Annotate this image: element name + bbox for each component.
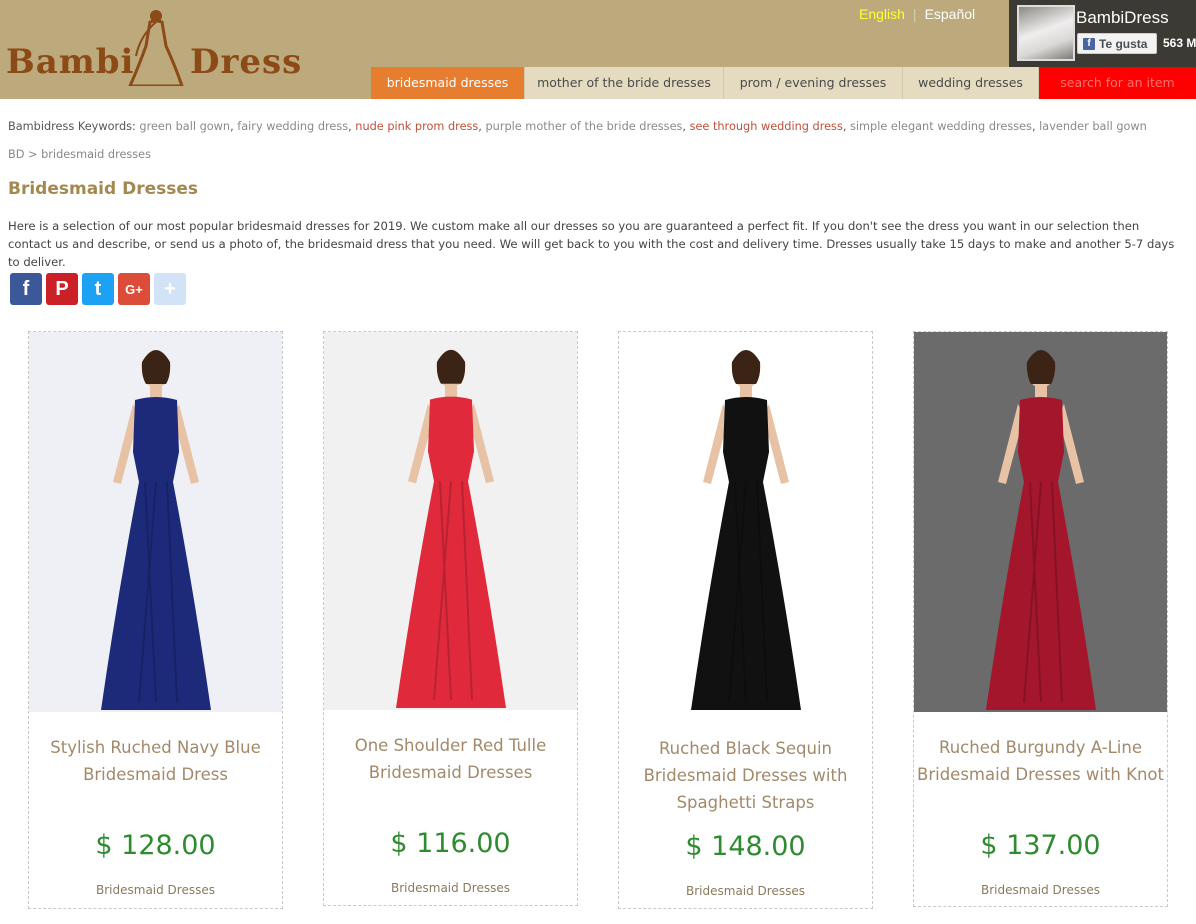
keyword-link[interactable]: lavender ball gown [1039, 120, 1147, 133]
nav-bridesmaid-dresses[interactable]: bridesmaid dresses [371, 67, 524, 99]
nav-search-for-an-item[interactable]: search for an item [1038, 67, 1196, 99]
keyword-separator: , [842, 120, 851, 133]
pinterest-icon[interactable]: P [46, 273, 78, 305]
logo-word-dress: Dress [190, 42, 303, 82]
product-card[interactable]: Stylish Ruched Navy Blue Bridesmaid Dres… [28, 331, 283, 909]
product-name[interactable]: Ruched Burgundy A-Line Bridesmaid Dresse… [914, 734, 1167, 788]
product-card[interactable]: Ruched Black Sequin Bridesmaid Dresses w… [618, 331, 873, 909]
keywords-bar: Bambidress Keywords: green ball gown, fa… [8, 120, 1147, 133]
bride-silhouette-icon [128, 10, 184, 86]
product-category-link[interactable]: Bridesmaid Dresses [914, 883, 1167, 897]
keyword-separator: , [682, 120, 690, 133]
product-image[interactable] [29, 332, 282, 712]
facebook-page-thumbnail[interactable] [1017, 5, 1075, 61]
main-nav: bridesmaid dresses mother of the bride d… [371, 67, 1196, 99]
product-name[interactable]: Ruched Black Sequin Bridesmaid Dresses w… [619, 735, 872, 816]
product-price: $ 116.00 [390, 828, 511, 859]
product-price: $ 137.00 [980, 830, 1101, 861]
facebook-like-label: Te gusta [1099, 36, 1148, 51]
keyword-link[interactable]: purple mother of the bride dresses [485, 120, 682, 133]
product-name[interactable]: Stylish Ruched Navy Blue Bridesmaid Dres… [29, 734, 282, 788]
site-logo[interactable]: Bambi Dress [6, 4, 306, 88]
breadcrumb-home-link[interactable]: BD [8, 148, 24, 161]
nav-wedding-dresses[interactable]: wedding dresses [902, 67, 1038, 99]
product-image[interactable] [619, 332, 872, 712]
breadcrumb: BD > bridesmaid dresses [8, 148, 151, 161]
logo-word-bambi: Bambi [6, 42, 135, 82]
facebook-like-count: 563 M [1163, 36, 1196, 50]
product-category-link[interactable]: Bridesmaid Dresses [619, 884, 872, 898]
breadcrumb-current: bridesmaid dresses [41, 148, 152, 161]
twitter-icon[interactable]: t [82, 273, 114, 305]
language-switcher: English | Español [859, 6, 975, 22]
facebook-page-name[interactable]: BambiDress [1076, 8, 1169, 28]
keyword-link[interactable]: simple elegant wedding dresses [850, 120, 1032, 133]
keyword-link[interactable]: see through wedding dress [690, 120, 843, 133]
breadcrumb-separator: > [24, 148, 42, 161]
google-plus-icon[interactable]: G+ [118, 273, 150, 305]
product-card[interactable]: Ruched Burgundy A-Line Bridesmaid Dresse… [913, 331, 1168, 907]
language-separator: | [912, 6, 917, 22]
product-price: $ 148.00 [685, 831, 806, 862]
keywords-prefix: Bambidress Keywords: [8, 120, 140, 133]
share-buttons: f Pt G+ + [10, 273, 186, 305]
nav-prom-evening-dresses[interactable]: prom / evening dresses [723, 67, 902, 99]
product-price: $ 128.00 [95, 830, 216, 861]
facebook-icon: f [1083, 37, 1095, 50]
facebook-icon[interactable]: f [10, 273, 42, 305]
product-category-link[interactable]: Bridesmaid Dresses [29, 883, 282, 897]
page-intro: Here is a selection of our most popular … [8, 219, 1175, 269]
product-image[interactable] [324, 332, 577, 710]
language-spanish-link[interactable]: Español [925, 6, 976, 22]
keyword-link[interactable]: fairy wedding dress [237, 120, 348, 133]
site-header: Bambi Dress English | Español BambiDress f… [0, 0, 1196, 99]
nav-mother-of-the-bride-dresses[interactable]: mother of the bride dresses [524, 67, 723, 99]
facebook-widget: BambiDress f Te gusta 563 M [1009, 0, 1196, 67]
product-card[interactable]: One Shoulder Red Tulle Bridesmaid Dresse… [323, 331, 578, 906]
page-title: Bridesmaid Dresses [8, 179, 198, 199]
product-category-link[interactable]: Bridesmaid Dresses [324, 881, 577, 895]
language-english-link[interactable]: English [859, 6, 905, 22]
add-more-icon[interactable]: + [154, 273, 186, 305]
product-image[interactable] [914, 332, 1167, 712]
facebook-like-button[interactable]: f Te gusta [1077, 33, 1157, 54]
product-name[interactable]: One Shoulder Red Tulle Bridesmaid Dresse… [324, 732, 577, 786]
keyword-link[interactable]: green ball gown [139, 120, 230, 133]
keyword-link[interactable]: nude pink prom dress [355, 120, 478, 133]
